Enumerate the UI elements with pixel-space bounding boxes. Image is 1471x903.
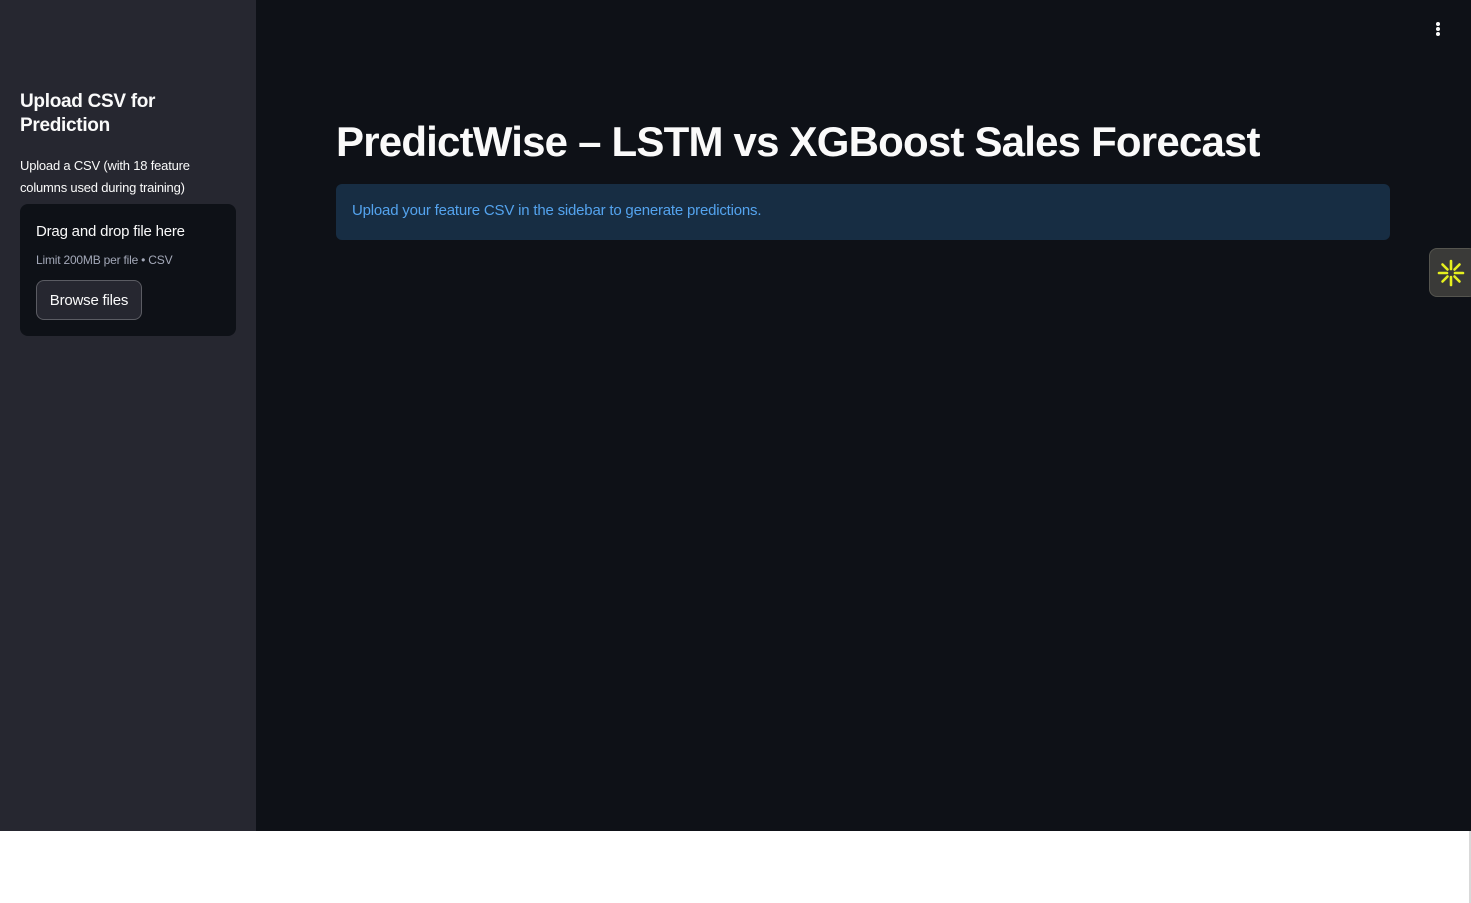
sidebar: Upload CSV for Prediction Upload a CSV (…: [0, 0, 256, 831]
page-title: PredictWise – LSTM vs XGBoost Sales Fore…: [336, 118, 1261, 165]
app-view: Upload CSV for Prediction Upload a CSV (…: [0, 0, 1471, 831]
browse-files-button[interactable]: Browse files: [36, 280, 142, 320]
dropzone-label: Drag and drop file here: [36, 223, 185, 240]
info-alert: Upload your feature CSV in the sidebar t…: [336, 184, 1390, 240]
file-uploader-dropzone[interactable]: Drag and drop file here Limit 200MB per …: [20, 204, 236, 336]
asterisk-burst-icon: [1437, 259, 1465, 287]
info-alert-text: Upload your feature CSV in the sidebar t…: [352, 202, 762, 219]
main-menu-button[interactable]: [1426, 18, 1450, 40]
sidebar-title: Upload CSV for Prediction: [20, 91, 156, 136]
dropzone-limit-text: Limit 200MB per file • CSV: [36, 253, 173, 267]
floating-widget-button[interactable]: [1429, 248, 1471, 297]
sidebar-description: Upload a CSV (with 18 feature columns us…: [20, 158, 190, 195]
